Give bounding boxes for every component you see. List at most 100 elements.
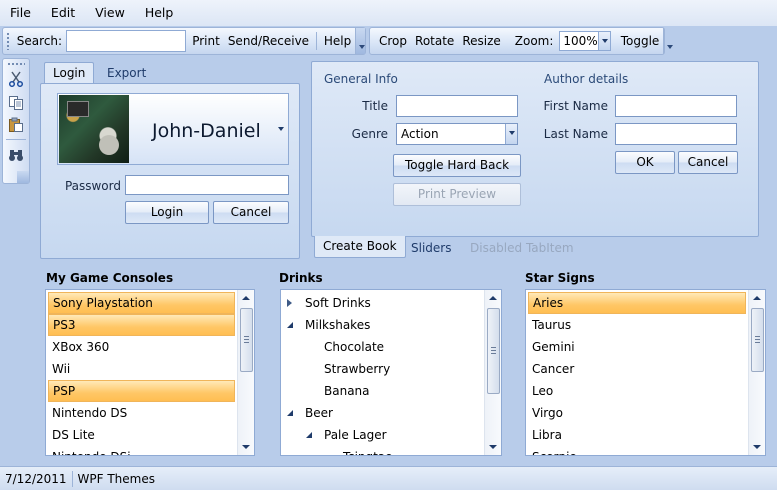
scroll-down-icon[interactable] xyxy=(489,445,497,449)
tab-disabled: Disabled TabItem xyxy=(470,241,574,255)
scroll-up-icon[interactable] xyxy=(489,296,497,300)
tree-item[interactable]: Milkshakes xyxy=(281,314,481,336)
genre-label: Genre xyxy=(351,127,388,141)
tree-item[interactable]: Beer xyxy=(281,402,481,424)
tree-item[interactable]: Pale Lager xyxy=(281,424,481,446)
tree-item[interactable]: Soft Drinks xyxy=(281,292,481,314)
menu-view[interactable]: View xyxy=(85,0,135,26)
list-item[interactable]: Libra xyxy=(528,424,746,446)
toggle-button[interactable]: Toggle xyxy=(617,34,664,48)
binoculars-icon[interactable] xyxy=(8,147,24,163)
crop-button[interactable]: Crop xyxy=(375,34,411,48)
menu-help[interactable]: Help xyxy=(135,0,184,26)
tab-export[interactable]: Export xyxy=(98,62,155,84)
tree-item[interactable]: Chocolate xyxy=(281,336,481,358)
scroll-down-icon[interactable] xyxy=(242,445,250,449)
list-item[interactable]: Aries xyxy=(528,292,746,314)
help-button[interactable]: Help xyxy=(320,34,355,48)
author-details-label: Author details xyxy=(544,72,629,86)
list-item[interactable]: Taurus xyxy=(528,314,746,336)
list-item[interactable]: PSP xyxy=(48,380,235,402)
list-item[interactable]: DS Lite xyxy=(48,424,235,446)
star-signs-list[interactable]: AriesTaurusGeminiCancerLeoVirgoLibraScor… xyxy=(525,289,766,456)
list-item[interactable]: Gemini xyxy=(528,336,746,358)
tree-item[interactable]: Strawberry xyxy=(281,358,481,380)
toolbar-separator xyxy=(316,32,317,50)
chevron-down-icon[interactable] xyxy=(505,124,517,144)
print-preview-button: Print Preview xyxy=(393,183,521,206)
tab-create-book[interactable]: Create Book xyxy=(314,236,406,258)
password-label: Password xyxy=(64,179,121,193)
tree-item-label: Soft Drinks xyxy=(305,296,371,310)
scissors-icon[interactable] xyxy=(8,71,24,88)
tree-item[interactable]: Tsingtao xyxy=(281,446,481,455)
zoom-combo[interactable]: 100% xyxy=(559,31,611,51)
status-text: WPF Themes xyxy=(77,471,155,486)
expanded-arrow-icon[interactable] xyxy=(287,322,293,328)
list-item[interactable]: Nintendo DS xyxy=(48,402,235,424)
scroll-thumb[interactable] xyxy=(487,308,500,394)
collapsed-arrow-icon[interactable] xyxy=(287,299,292,307)
star-signs-title: Star Signs xyxy=(525,271,595,285)
chevron-down-icon[interactable] xyxy=(278,127,284,131)
first-name-field[interactable] xyxy=(615,95,737,117)
vertical-scrollbar[interactable] xyxy=(237,290,254,455)
send-receive-button[interactable]: Send/Receive xyxy=(224,34,313,48)
first-name-label: First Name xyxy=(543,99,608,113)
list-item[interactable]: Virgo xyxy=(528,402,746,424)
resize-button[interactable]: Resize xyxy=(458,34,504,48)
tab-sliders[interactable]: Sliders xyxy=(402,237,460,259)
toggle-hard-back-button[interactable]: Toggle Hard Back xyxy=(393,154,521,177)
scroll-thumb[interactable] xyxy=(240,308,253,372)
scroll-thumb[interactable] xyxy=(751,308,764,372)
tab-login[interactable]: Login xyxy=(44,62,95,84)
user-combo[interactable]: John-Daniel xyxy=(57,93,289,165)
search-toolbar: Search: Print Send/Receive Help xyxy=(2,27,366,55)
list-item[interactable]: Wii xyxy=(48,358,235,380)
title-field[interactable] xyxy=(396,95,518,117)
expanded-arrow-icon[interactable] xyxy=(287,410,293,416)
paste-icon[interactable] xyxy=(8,117,24,133)
scroll-up-icon[interactable] xyxy=(753,296,761,300)
drinks-tree[interactable]: Soft Drinks Milkshakes Chocolate Strawberry… xyxy=(280,289,502,456)
genre-combo[interactable]: Action xyxy=(396,123,518,145)
game-consoles-list[interactable]: Sony Playstation PS3 XBox 360 Wii PSP Nintend… xyxy=(45,289,255,456)
password-field[interactable] xyxy=(125,175,289,195)
toolbar-separator xyxy=(6,139,26,140)
scroll-down-icon[interactable] xyxy=(753,445,761,449)
list-item[interactable]: Leo xyxy=(528,380,746,402)
toolbar-overflow-button[interactable] xyxy=(17,171,29,183)
tree-item-label: Beer xyxy=(305,406,333,420)
list-item[interactable]: Cancer xyxy=(528,358,746,380)
search-label: Search: xyxy=(16,34,63,48)
ok-button[interactable]: OK xyxy=(615,151,675,174)
vertical-scrollbar[interactable] xyxy=(748,290,765,455)
tree-item-label: Banana xyxy=(324,384,370,398)
login-button[interactable]: Login xyxy=(125,201,209,224)
toolbar-overflow-button[interactable] xyxy=(663,28,674,54)
list-item[interactable]: Scorpio xyxy=(528,446,746,455)
last-name-field[interactable] xyxy=(615,123,737,145)
copy-icon[interactable] xyxy=(8,95,24,111)
tree-item[interactable]: Banana xyxy=(281,380,481,402)
list-item[interactable]: XBox 360 xyxy=(48,336,235,358)
list-item[interactable]: Sony Playstation xyxy=(48,292,235,314)
login-cancel-button[interactable]: Cancel xyxy=(213,201,289,224)
vertical-scrollbar[interactable] xyxy=(484,290,501,455)
menu-file[interactable]: File xyxy=(0,0,41,26)
list-item[interactable]: Nintendo DSi xyxy=(48,446,235,455)
chevron-down-icon[interactable] xyxy=(597,32,610,50)
rotate-button[interactable]: Rotate xyxy=(411,34,458,48)
expanded-arrow-icon[interactable] xyxy=(306,432,312,438)
menu-edit[interactable]: Edit xyxy=(41,0,85,26)
list-item[interactable]: PS3 xyxy=(48,314,235,336)
zoom-value: 100% xyxy=(563,34,598,48)
search-input[interactable] xyxy=(66,30,187,52)
print-button[interactable]: Print xyxy=(188,34,224,48)
toolbar-grip[interactable] xyxy=(6,32,11,50)
author-cancel-button[interactable]: Cancel xyxy=(678,151,738,174)
avatar xyxy=(59,95,129,163)
scroll-up-icon[interactable] xyxy=(242,296,250,300)
toolbar-grip[interactable] xyxy=(7,62,25,67)
toolbar-overflow-button[interactable] xyxy=(355,28,365,54)
